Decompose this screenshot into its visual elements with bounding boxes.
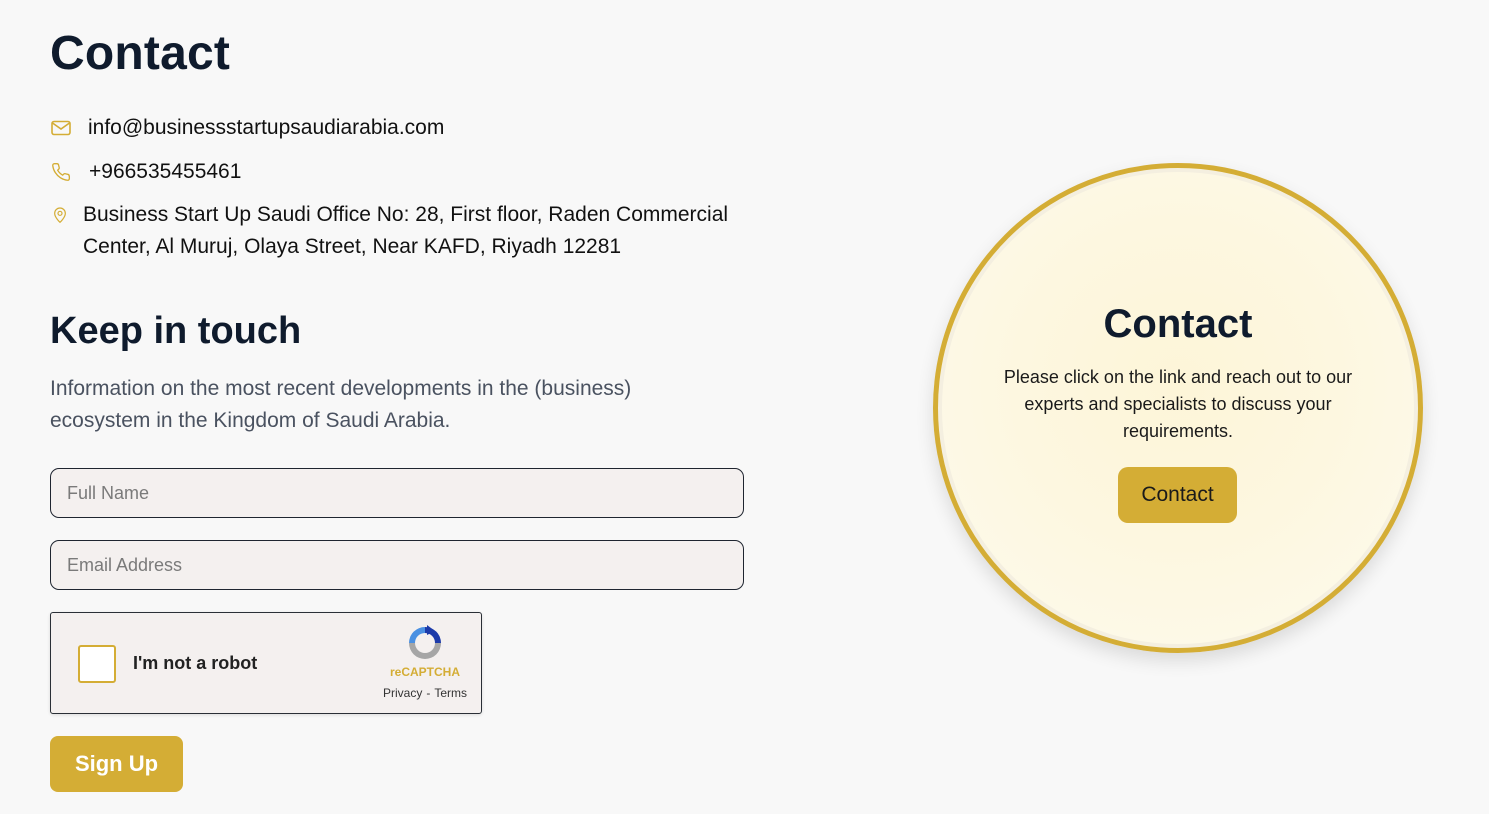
contact-page: Contact info@businessstartupsaudiarabia.… [0,0,1489,814]
contact-button[interactable]: Contact [1118,467,1237,523]
full-name-input[interactable] [50,468,744,518]
recaptcha-widget: I'm not a robot reCAPTCHA Privacy - Terms [50,612,482,714]
recaptcha-links: Privacy - Terms [371,686,479,700]
contact-phone-row: +966535455461 [50,156,241,188]
contact-address-row: Business Start Up Saudi Office No: 28, F… [50,199,743,263]
recaptcha-checkbox[interactable] [78,645,116,683]
newsletter-description: Information on the most recent developme… [50,377,632,432]
recaptcha-terms-link[interactable]: Terms [434,686,467,700]
cta-title: Contact [1103,302,1253,346]
email-address-input[interactable] [50,540,744,590]
recaptcha-privacy-link[interactable]: Privacy [383,686,422,700]
recaptcha-label: I'm not a robot [133,653,258,673]
contact-cta-card: Contact Please click on the link and rea… [933,163,1423,653]
recaptcha-brand: reCAPTCHA [389,665,460,679]
contact-email-row: info@businessstartupsaudiarabia.com [50,112,444,144]
contact-phone[interactable]: +966535455461 [89,156,241,188]
phone-icon [50,161,72,183]
newsletter-title: Keep in touch [50,310,302,352]
mail-icon [50,117,72,139]
contact-address: Business Start Up Saudi Office No: 28, F… [83,203,729,258]
sign-up-button[interactable]: Sign Up [50,736,183,792]
recaptcha-logo-icon [405,623,445,663]
recaptcha-link-separator: - [426,686,431,700]
map-pin-icon [50,204,70,226]
page-title: Contact [50,27,231,80]
contact-email[interactable]: info@businessstartupsaudiarabia.com [88,112,444,144]
cta-description: Please click on the link and reach out t… [1003,367,1353,441]
